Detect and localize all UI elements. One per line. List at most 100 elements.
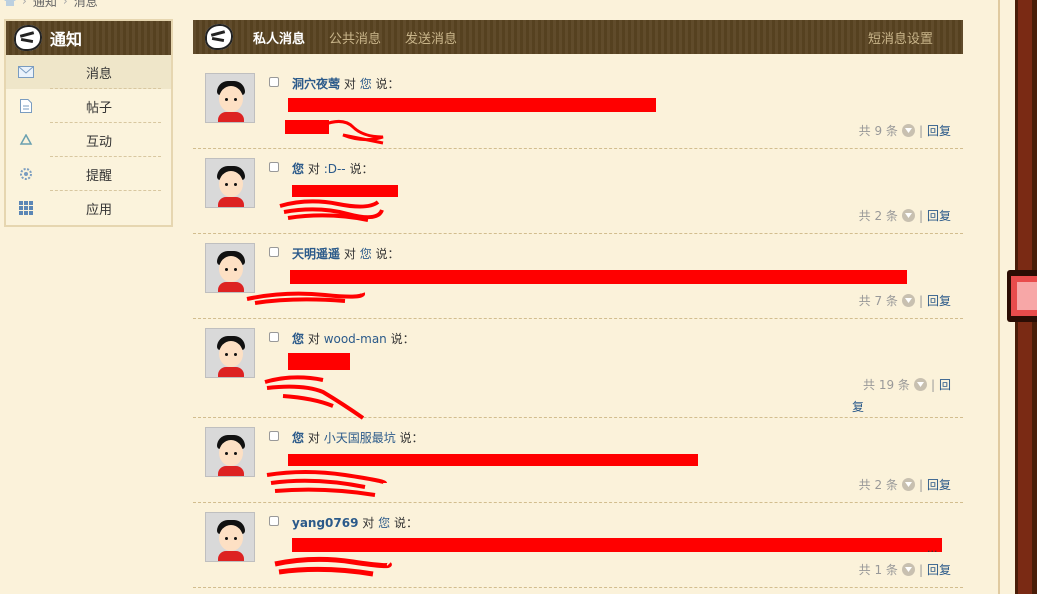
sender-link[interactable]: 您 (292, 431, 304, 445)
message-checkbox[interactable] (269, 332, 279, 342)
message-item: 您 对 小天国服最坑 说： 共 2 条 | 回复 (193, 427, 963, 503)
sidebar-item-label: 应用 (86, 202, 113, 218)
verb-to: 对 (362, 516, 375, 530)
envelope-icon (18, 65, 34, 79)
redacted-content (290, 270, 907, 284)
redacted-scribble (246, 291, 365, 305)
recipient-link[interactable]: wood-man (324, 332, 387, 346)
tab-private-messages[interactable]: 私人消息 (253, 28, 305, 47)
message-item: 您 对 :D-- 说： 共 2 条 | 回复 (193, 158, 963, 234)
avatar[interactable] (205, 158, 255, 208)
avatar[interactable] (205, 512, 255, 562)
recipient-link[interactable]: 小天国服最坑 (324, 431, 396, 445)
sidebar-item-messages[interactable]: 消息 (6, 55, 171, 89)
sidebar-item-interaction[interactable]: 互动 (6, 123, 171, 157)
message-checkbox[interactable] (269, 162, 279, 172)
home-icon[interactable] (4, 0, 16, 6)
sidebar-item-label: 帖子 (86, 100, 113, 116)
message-count: 共 7 条 (858, 294, 898, 308)
sidebar-item-apps[interactable]: 应用 (6, 191, 171, 225)
sender-link[interactable]: 天明遥遥 (292, 247, 340, 261)
site-logo-icon (14, 25, 42, 51)
chevron-down-icon[interactable] (901, 209, 915, 222)
tab-send-message[interactable]: 发送消息 (405, 28, 457, 47)
chevron-down-icon[interactable] (901, 478, 915, 491)
message-count: 共 1 条 (858, 563, 898, 577)
reply-link-wrap[interactable]: 复 (852, 398, 864, 415)
breadcrumb-separator: › (62, 0, 68, 8)
avatar[interactable] (205, 328, 255, 378)
redacted-scribble (285, 120, 384, 145)
message-item: yang0769 对 您 说： ... 共 1 条 | 回复 (193, 512, 963, 588)
chevron-down-icon[interactable] (913, 378, 927, 391)
sender-link[interactable]: 洞穴夜莺 (292, 77, 340, 91)
verb-to: 对 (343, 77, 356, 91)
message-item: 洞穴夜莺 对 您 说： 共 9 条 | 回复 (193, 73, 963, 149)
sidebar-item-label: 提醒 (86, 168, 113, 184)
message-checkbox[interactable] (269, 77, 279, 87)
side-tab-button[interactable] (1007, 270, 1037, 322)
chevron-down-icon[interactable] (901, 124, 915, 137)
breadcrumb-messages[interactable]: 消息 (74, 0, 98, 10)
reply-link[interactable]: 回复 (927, 476, 951, 493)
recipient-link[interactable]: :D-- (324, 162, 346, 176)
sidebar-item-label: 互动 (86, 134, 113, 150)
breadcrumb-separator: › (22, 0, 27, 8)
chevron-down-icon[interactable] (901, 563, 915, 576)
message-count: 共 2 条 (858, 209, 898, 223)
recipient-link[interactable]: 您 (360, 77, 372, 91)
reply-link[interactable]: 回复 (927, 207, 951, 224)
sender-link[interactable]: yang0769 (292, 516, 358, 530)
recipient-link[interactable]: 您 (378, 516, 390, 530)
verb-to: 对 (343, 247, 356, 261)
message-settings-link[interactable]: 短消息设置 (868, 28, 933, 47)
verb-to: 对 (307, 431, 320, 445)
message-header: 您 对 :D-- 说： (292, 160, 373, 177)
message-header: yang0769 对 您 说： (292, 514, 418, 531)
message-meta: 共 19 条 | 回 (863, 376, 951, 393)
reply-link[interactable]: 回复 (927, 122, 951, 139)
message-header: 洞穴夜莺 对 您 说： (292, 75, 400, 92)
message-tabs-bar: 私人消息 公共消息 发送消息 短消息设置 (193, 20, 963, 54)
chevron-down-icon[interactable] (901, 294, 915, 307)
verb-to: 对 (307, 332, 320, 346)
message-count: 共 19 条 (863, 378, 910, 392)
verb-said: 说： (393, 516, 418, 530)
verb-said: 说： (375, 247, 400, 261)
site-logo-icon (205, 24, 233, 50)
tab-public-messages[interactable]: 公共消息 (329, 28, 381, 47)
message-header: 您 对 小天国服最坑 说： (292, 429, 424, 446)
reply-link[interactable]: 回复 (927, 561, 951, 578)
verb-said: 说： (349, 162, 374, 176)
recycle-icon (18, 133, 34, 147)
sender-link[interactable]: 您 (292, 162, 304, 176)
redacted-scribble (264, 375, 365, 420)
redacted-content (292, 538, 942, 552)
avatar[interactable] (205, 73, 255, 123)
recipient-link[interactable]: 您 (360, 247, 372, 261)
redacted-content (288, 98, 656, 112)
reply-link[interactable]: 回 (939, 376, 951, 393)
sidebar: 通知 消息 帖子 互动 提醒 应用 (4, 19, 173, 227)
avatar[interactable] (205, 427, 255, 477)
breadcrumb: › 通知 › 消息 (4, 0, 98, 10)
message-meta: 共 2 条 | 回复 (858, 207, 951, 224)
message-checkbox[interactable] (269, 516, 279, 526)
sender-link[interactable]: 您 (292, 332, 304, 346)
sidebar-header: 通知 (6, 21, 171, 55)
reply-link[interactable]: 回复 (927, 292, 951, 309)
message-checkbox[interactable] (269, 247, 279, 257)
redacted-content (288, 353, 350, 370)
message-meta: 共 7 条 | 回复 (858, 292, 951, 309)
verb-said: 说： (375, 77, 400, 91)
message-checkbox[interactable] (269, 431, 279, 441)
sidebar-item-posts[interactable]: 帖子 (6, 89, 171, 123)
sidebar-title: 通知 (50, 30, 83, 49)
message-item: 天明遥遥 对 您 说： 共 7 条 | 回复 (193, 243, 963, 319)
sidebar-item-reminder[interactable]: 提醒 (6, 157, 171, 191)
breadcrumb-notice[interactable]: 通知 (33, 0, 57, 10)
message-header: 天明遥遥 对 您 说： (292, 245, 400, 262)
message-count: 共 9 条 (858, 124, 898, 138)
gear-icon (18, 167, 34, 181)
message-meta: 共 9 条 | 回复 (858, 122, 951, 139)
